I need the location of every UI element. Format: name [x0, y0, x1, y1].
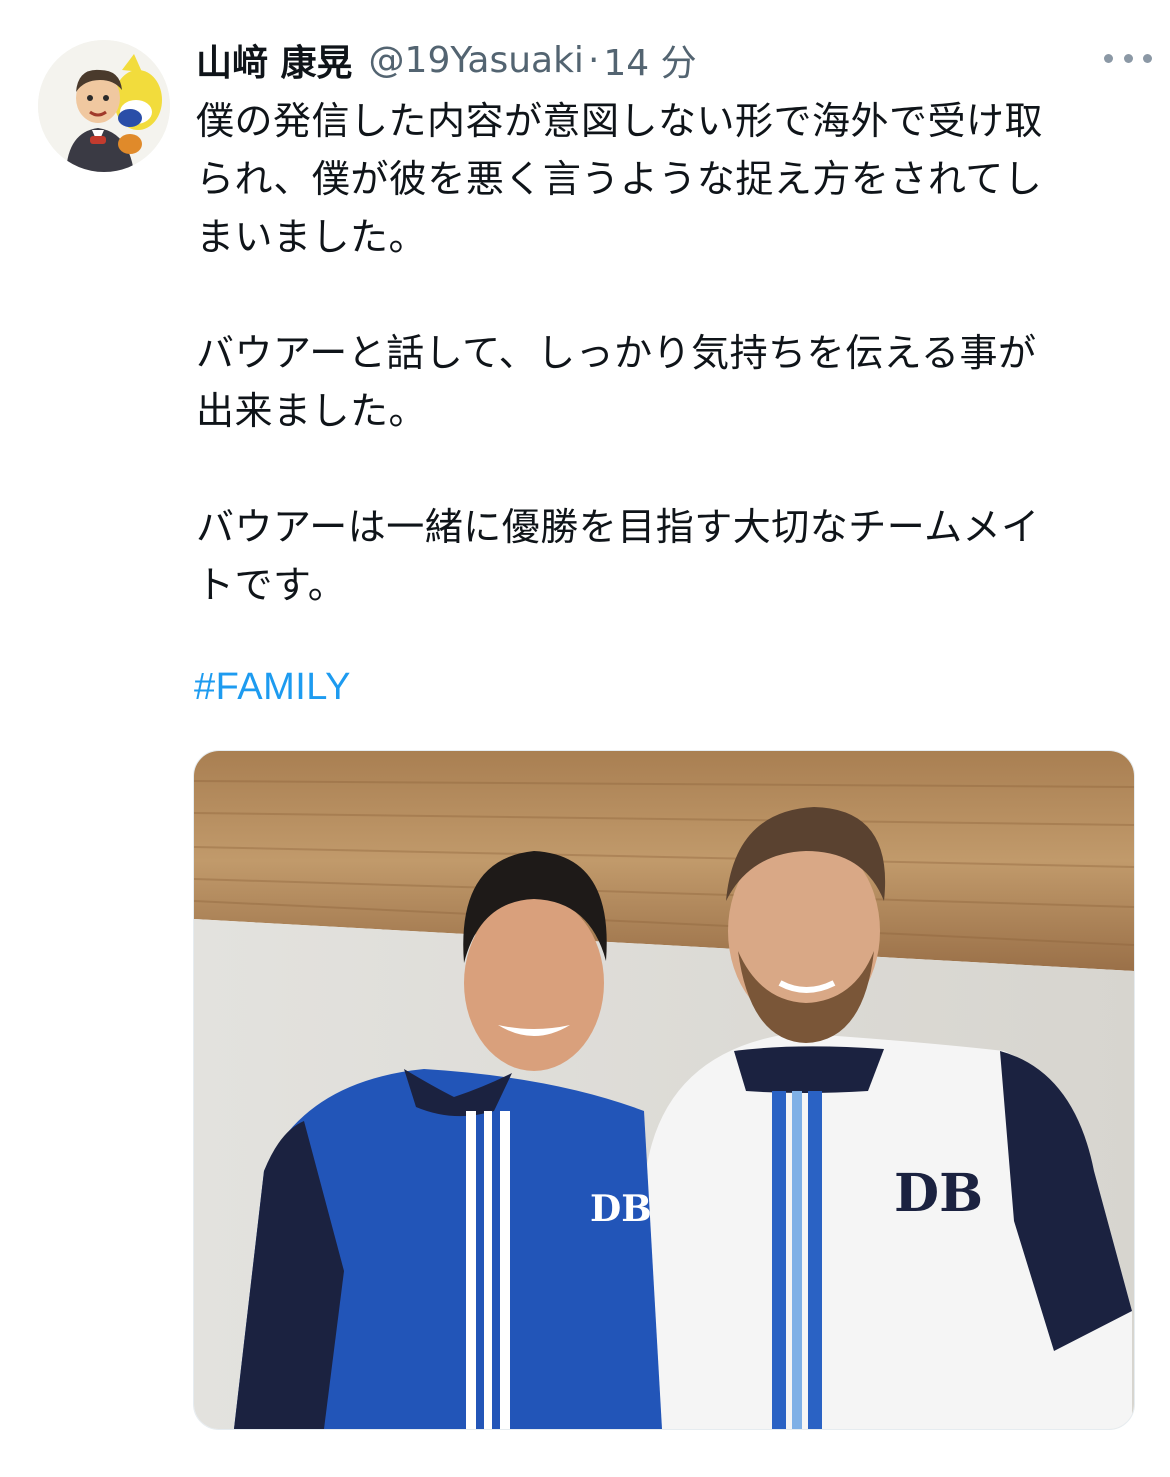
tweet-paragraph-2: バウアーと話して、しっかり気持ちを伝える事が 出来ました。	[196, 324, 1136, 440]
tweet-paragraph-1: 僕の発信した内容が意図しない形で海外で受け取 られ、僕が彼を悪く言うような捉え方…	[196, 92, 1136, 266]
more-dot	[1104, 53, 1113, 63]
more-horizontal-icon[interactable]	[1104, 50, 1152, 66]
text-line: バウアーは一緒に優勝を目指す大切なチームメイ	[196, 505, 1040, 549]
tweet-photo[interactable]: DB DB	[193, 750, 1135, 1430]
svg-text:DB: DB	[590, 1188, 652, 1230]
timestamp[interactable]: 14 分	[603, 34, 696, 86]
avatar-illustration	[38, 40, 170, 172]
text-line: られ、僕が彼を悪く言うような捉え方をされてし	[196, 157, 1043, 201]
text-line: トです。	[196, 563, 347, 607]
display-name[interactable]: 山﨑 康晃	[196, 34, 353, 86]
user-handle[interactable]: @19Yasuaki	[369, 40, 584, 81]
text-line: バウアーと話して、しっかり気持ちを伝える事が	[196, 331, 1037, 375]
text-line: まいました。	[196, 215, 428, 259]
svg-text:DB: DB	[894, 1163, 983, 1224]
text-line: 僕の発信した内容が意図しない形で海外で受け取	[196, 99, 1044, 143]
tweet-header: 山﨑 康晃 @19Yasuaki · 14 分	[196, 32, 1146, 88]
photo-illustration: DB DB	[194, 751, 1134, 1429]
hashtag-link[interactable]: #FAMILY	[194, 666, 351, 709]
text-line: 出来ました。	[196, 389, 428, 433]
more-dot	[1143, 53, 1152, 63]
tweet-text: 僕の発信した内容が意図しない形で海外で受け取 られ、僕が彼を悪く言うような捉え方…	[196, 92, 1136, 614]
tweet-paragraph-3: バウアーは一緒に優勝を目指す大切なチームメイ トです。	[196, 498, 1136, 614]
more-dot	[1123, 53, 1133, 63]
avatar[interactable]	[38, 40, 170, 172]
separator: ·	[587, 39, 600, 81]
